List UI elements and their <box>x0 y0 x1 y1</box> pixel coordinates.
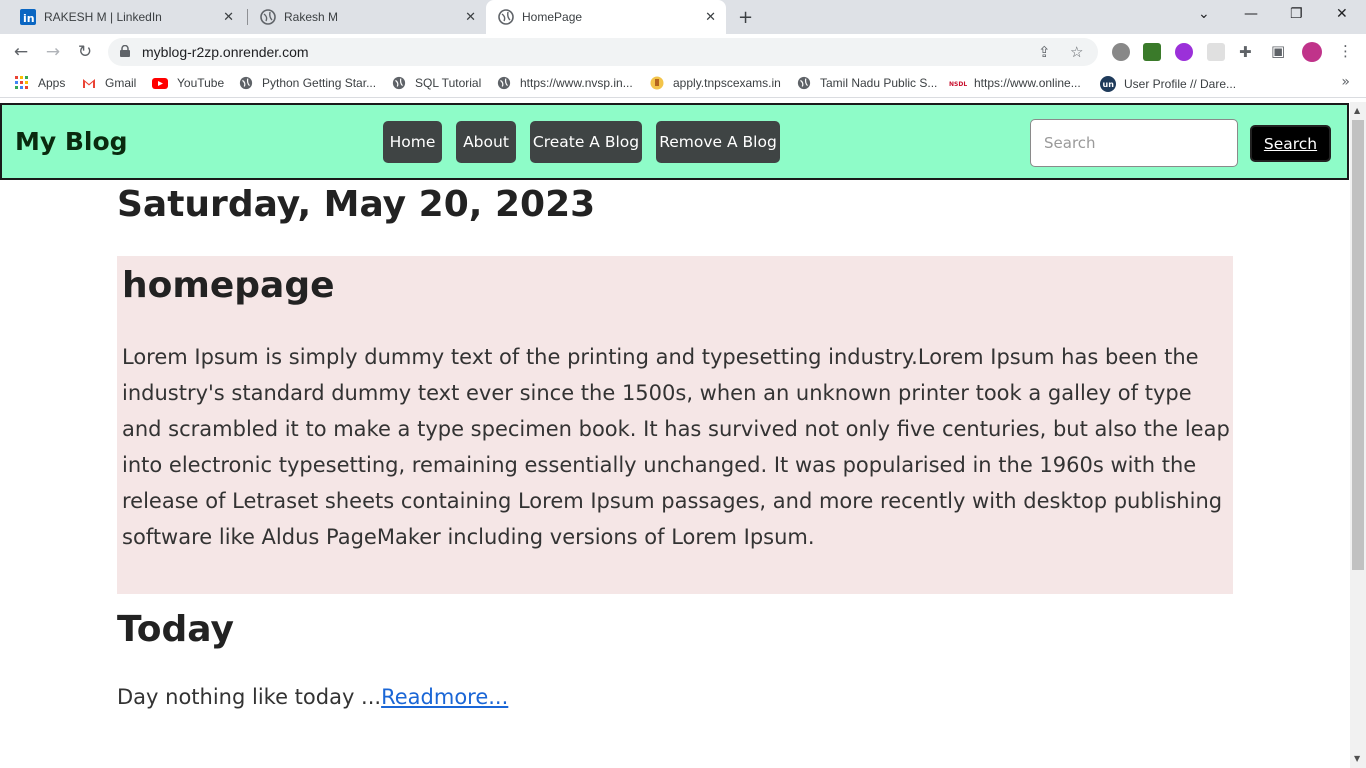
bookmark-user-profile[interactable]: un User Profile // Dare... <box>1100 76 1236 92</box>
nav-create-blog-button[interactable]: Create A Blog <box>530 121 642 163</box>
globe-icon <box>260 9 276 25</box>
nav-remove-blog-button[interactable]: Remove A Blog <box>656 121 780 163</box>
bookmarks-overflow-button[interactable]: » <box>1341 74 1350 90</box>
un-icon: un <box>1100 76 1116 92</box>
tab-title: HomePage <box>522 10 583 24</box>
nsdl-icon: NSDL <box>949 81 967 88</box>
svg-text:NSDL: NSDL <box>949 81 967 88</box>
site-navbar: My Blog Home About Create A Blog Remove … <box>0 103 1349 180</box>
extension-grey-icon[interactable] <box>1207 43 1225 61</box>
scroll-down-arrow-icon[interactable]: ▼ <box>1354 754 1360 763</box>
tn-emblem-icon <box>650 76 664 90</box>
scroll-up-arrow-icon[interactable]: ▲ <box>1354 106 1360 115</box>
bookmark-label: Tamil Nadu Public S... <box>820 76 938 90</box>
tab-title: RAKESH M | LinkedIn <box>44 10 162 24</box>
bookmark-online[interactable]: NSDL https://www.online... <box>949 76 1081 90</box>
readmore-link[interactable]: Readmore... <box>381 685 508 709</box>
bookmark-label: https://www.nvsp.in... <box>520 76 633 90</box>
bookmark-label: Apps <box>38 76 66 90</box>
close-icon[interactable]: ✕ <box>465 9 476 25</box>
site-brand[interactable]: My Blog <box>15 127 128 156</box>
back-button[interactable]: ← <box>10 41 32 63</box>
forward-button[interactable]: → <box>42 41 64 63</box>
bookmarks-bar: Apps Gmail YouTube Python Getting Star..… <box>0 70 1366 98</box>
extension-tree-icon[interactable] <box>1143 43 1161 61</box>
browser-toolbar: ← → ↻ myblog-r2zp.onrender.com ⇪ ☆ ✚ ▣ ⋮ <box>0 34 1366 70</box>
extension-bug-icon[interactable] <box>1112 43 1130 61</box>
address-bar[interactable]: myblog-r2zp.onrender.com ⇪ ☆ <box>108 38 1098 66</box>
linkedin-icon: in <box>20 9 36 25</box>
bookmark-label: User Profile // Dare... <box>1124 77 1237 91</box>
post-excerpt-text: Day nothing like today ... <box>117 685 382 709</box>
apps-grid-icon <box>15 76 28 89</box>
featured-post: homepage Lorem Ipsum is simply dummy tex… <box>117 256 1233 594</box>
scrollbar-thumb[interactable] <box>1352 120 1364 570</box>
post-title: Today <box>117 609 234 650</box>
globe-icon <box>239 76 253 90</box>
featured-post-body: Lorem Ipsum is simply dummy text of the … <box>122 345 1230 549</box>
globe-icon <box>797 76 811 90</box>
bookmark-apps[interactable]: Apps <box>15 76 65 90</box>
youtube-icon <box>152 78 168 89</box>
bookmark-star-icon[interactable]: ☆ <box>1070 43 1083 61</box>
tab-linkedin[interactable]: in RAKESH M | LinkedIn ✕ <box>0 0 244 34</box>
minimize-button[interactable]: — <box>1244 6 1258 22</box>
bookmark-youtube[interactable]: YouTube <box>152 76 224 90</box>
date-heading: Saturday, May 20, 2023 <box>117 184 596 225</box>
bookmark-label: Python Getting Star... <box>262 76 377 90</box>
side-panel-icon[interactable]: ▣ <box>1271 42 1285 60</box>
bookmark-label: Gmail <box>105 76 137 90</box>
reload-button[interactable]: ↻ <box>74 41 96 63</box>
bookmark-python[interactable]: Python Getting Star... <box>239 76 376 90</box>
bookmark-nvsp[interactable]: https://www.nvsp.in... <box>497 76 633 90</box>
page-viewport: My Blog Home About Create A Blog Remove … <box>0 102 1350 768</box>
bookmark-sql[interactable]: SQL Tutorial <box>392 76 481 90</box>
search-button[interactable]: Search <box>1250 125 1331 162</box>
bookmark-label: SQL Tutorial <box>415 76 482 90</box>
tab-search-icon[interactable]: ⌄ <box>1198 6 1210 22</box>
extension-purple-icon[interactable] <box>1175 43 1193 61</box>
bookmark-label: https://www.online... <box>974 76 1081 90</box>
nav-about-button[interactable]: About <box>456 121 516 163</box>
page-scrollbar[interactable]: ▲ ▼ <box>1350 102 1366 768</box>
search-input[interactable]: Search <box>1030 119 1238 167</box>
bookmark-tnpsc[interactable]: apply.tnpscexams.in <box>650 76 781 90</box>
profile-avatar-icon[interactable] <box>1302 42 1322 62</box>
close-icon[interactable]: ✕ <box>223 9 234 25</box>
tab-title: Rakesh M <box>284 10 339 24</box>
more-menu-icon[interactable]: ⋮ <box>1338 42 1353 60</box>
bookmark-label: apply.tnpscexams.in <box>673 76 781 90</box>
tab-homepage[interactable]: HomePage ✕ <box>486 0 726 34</box>
nav-home-button[interactable]: Home <box>383 121 442 163</box>
window-close-button[interactable]: ✕ <box>1336 6 1348 22</box>
extensions-puzzle-icon[interactable]: ✚ <box>1239 43 1252 61</box>
globe-icon <box>392 76 406 90</box>
url-text: myblog-r2zp.onrender.com <box>142 44 309 60</box>
close-icon[interactable]: ✕ <box>705 9 716 25</box>
share-icon[interactable]: ⇪ <box>1038 43 1051 61</box>
svg-text:in: in <box>23 12 35 25</box>
gmail-icon <box>83 79 95 88</box>
globe-icon <box>498 9 514 25</box>
tab-strip: in RAKESH M | LinkedIn ✕ Rakesh M ✕ Home… <box>0 0 1366 34</box>
featured-post-title: homepage <box>122 265 335 306</box>
bookmark-label: YouTube <box>177 76 225 90</box>
bookmark-tamil-nadu[interactable]: Tamil Nadu Public S... <box>797 76 937 90</box>
lock-icon <box>120 45 130 57</box>
globe-icon <box>497 76 511 90</box>
new-tab-button[interactable]: + <box>738 7 753 28</box>
bookmark-gmail[interactable]: Gmail <box>82 76 136 90</box>
svg-text:un: un <box>1103 80 1115 89</box>
post-excerpt: Day nothing like today ...Readmore... <box>117 685 508 709</box>
restore-button[interactable]: ❐ <box>1290 6 1303 22</box>
tab-rakesh[interactable]: Rakesh M ✕ <box>240 0 486 34</box>
